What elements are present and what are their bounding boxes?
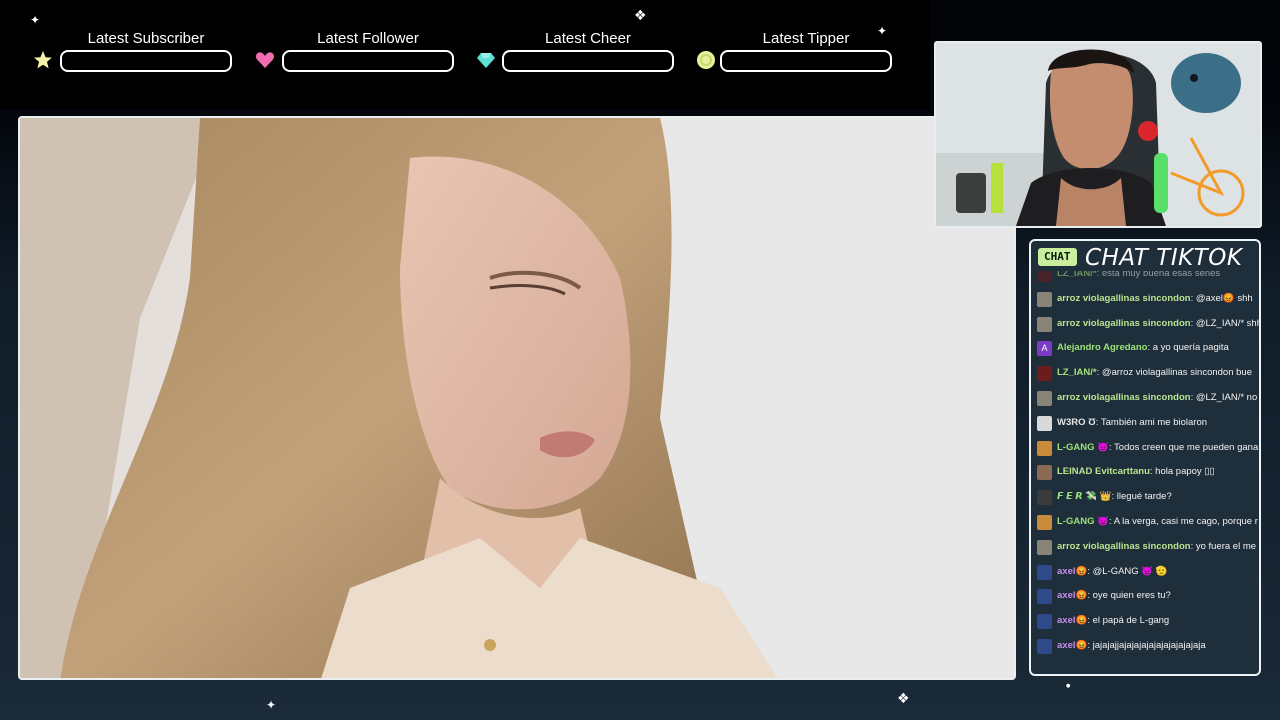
chat-username[interactable]: 𝙁 𝙀 𝙍 💸 👑 xyxy=(1057,491,1112,502)
webcam-image xyxy=(936,43,1260,226)
chat-message: LZ_IAN/*: esta muy buena esas series xyxy=(1035,271,1259,283)
latest-follower-label: Latest Follower xyxy=(317,30,419,47)
chat-text: : También ami me biolaron xyxy=(1095,416,1208,428)
chat-message-list[interactable]: LZ_IAN/*: esta muy buena esas series arro… xyxy=(1031,271,1261,671)
chat-text: : jajajajjajajajajajajajajajajaja xyxy=(1087,640,1206,651)
chat-text: : yo fuera el me l xyxy=(1190,540,1261,552)
chat-text: : a yo quería pagita xyxy=(1147,342,1229,354)
latest-cheer-box xyxy=(502,50,674,72)
webcam-feed xyxy=(934,41,1262,228)
chat-message: axel😡: jajajajjajajajajajajajajajajaja xyxy=(1035,637,1259,655)
chat-username[interactable]: axel😡 xyxy=(1057,566,1087,577)
chat-message: L-GANG 😈: Todos creen que me pueden gana xyxy=(1035,439,1259,457)
chat-text: : @arroz violagallinas sincondon bue xyxy=(1096,367,1252,379)
user-avatar xyxy=(1037,366,1052,382)
user-avatar xyxy=(1037,465,1052,481)
chat-text: : oye quien eres tu? xyxy=(1087,590,1171,602)
chat-text: : esta muy buena esas series xyxy=(1096,271,1221,279)
chat-text: : @L-GANG 😈 🫡 xyxy=(1087,565,1168,577)
stream-overlay: Latest Subscriber Latest Follower Latest… xyxy=(0,0,1280,720)
chat-text: : @LZ_IAN/* shh xyxy=(1190,317,1261,329)
main-video xyxy=(18,116,1016,680)
chat-message: A Alejandro Agredano: a yo quería pagita xyxy=(1035,339,1259,357)
chat-username[interactable]: axel😡 xyxy=(1057,640,1087,651)
user-avatar xyxy=(1037,515,1052,530)
chat-message: LEINAD Evitcarttanu: hola papoy ▯▯ xyxy=(1035,463,1259,481)
chat-message: LZ_IAN/*: @arroz violagallinas sincondon… xyxy=(1035,364,1259,382)
chat-username[interactable]: LZ_IAN/* xyxy=(1057,367,1097,378)
latest-tipper-label: Latest Tipper xyxy=(762,30,850,47)
chat-message: 𝙁 𝙀 𝙍 💸 👑: llegué tarde? xyxy=(1035,488,1259,506)
chat-text: : llegué tarde? xyxy=(1111,491,1172,503)
sparkle-icon: ✦ xyxy=(30,13,41,27)
user-avatar xyxy=(1037,291,1052,307)
sparkle-icon: ❖ xyxy=(634,8,647,24)
chat-badge: CHAT xyxy=(1038,248,1077,266)
chat-message: arroz violagallinas sincondon: @LZ_IAN/*… xyxy=(1035,389,1261,407)
sparkle-icon: ✦ xyxy=(877,24,888,38)
user-avatar xyxy=(1037,614,1052,630)
chat-panel: CHAT CHAT TIKTOK LZ_IAN/*: esta muy buen… xyxy=(1029,239,1261,676)
user-avatar xyxy=(1037,564,1052,580)
user-avatar xyxy=(1037,589,1052,605)
chat-message: axel😡: @L-GANG 😈 🫡 xyxy=(1035,563,1259,581)
chat-username[interactable]: arroz violagallinas sincondon xyxy=(1057,392,1191,403)
chat-username[interactable]: Alejandro Agredano xyxy=(1057,342,1147,353)
chat-message: W3RO Ʊ: También ami me biolaron xyxy=(1035,414,1259,432)
heart-icon xyxy=(255,52,275,68)
star-icon xyxy=(34,51,52,69)
chat-message: arroz violagallinas sincondon: @axel😡 sh… xyxy=(1035,290,1259,308)
chat-text: : A la verga, casi me cago, porque r xyxy=(1108,516,1258,527)
chat-username[interactable]: arroz violagallinas sincondon xyxy=(1057,293,1191,304)
latest-tipper-box xyxy=(720,50,892,72)
gem-icon xyxy=(477,53,495,68)
user-avatar xyxy=(1037,391,1052,406)
latest-subscriber-label: Latest Subscriber xyxy=(87,30,205,47)
chat-username[interactable]: axel😡 xyxy=(1057,590,1087,601)
chat-username[interactable]: LEINAD Evitcarttanu xyxy=(1057,466,1150,477)
chat-title: CHAT TIKTOK xyxy=(1085,245,1243,271)
user-avatar xyxy=(1037,271,1052,282)
chat-username[interactable]: arroz violagallinas sincondon xyxy=(1057,318,1191,329)
user-avatar xyxy=(1037,539,1052,555)
latest-subscriber-box xyxy=(60,50,232,72)
chat-username[interactable]: L-GANG 😈 xyxy=(1057,516,1109,527)
chat-message: axel😡: oye quien eres tu? xyxy=(1035,587,1259,605)
video-frame-image xyxy=(20,118,1014,678)
user-avatar xyxy=(1037,440,1052,456)
chat-text: : hola papoy ▯▯ xyxy=(1149,466,1215,478)
chat-text: : Todos creen que me pueden gana xyxy=(1108,441,1259,453)
chat-text: : @axel😡 shh xyxy=(1190,292,1253,304)
chat-username[interactable]: W3RO Ʊ xyxy=(1057,417,1096,428)
sparkle-icon: ● xyxy=(1066,683,1071,689)
user-avatar: A xyxy=(1037,341,1052,357)
latest-cheer-label: Latest Cheer xyxy=(545,30,631,47)
chat-text: : @LZ_IAN/* no p xyxy=(1190,392,1261,403)
chat-username[interactable]: LZ_IAN/* xyxy=(1057,271,1097,279)
chat-username[interactable]: arroz violagallinas sincondon xyxy=(1057,541,1191,552)
chat-text: : el papá de L-gang xyxy=(1087,615,1170,627)
chat-username[interactable]: axel😡 xyxy=(1057,615,1087,626)
chat-message: axel😡: el papá de L-gang xyxy=(1035,612,1259,630)
sparkle-icon: ❖ xyxy=(897,691,910,707)
user-avatar xyxy=(1037,639,1052,654)
sparkle-icon: ✦ xyxy=(266,698,277,712)
latest-follower-box xyxy=(282,50,454,72)
user-avatar xyxy=(1037,316,1052,332)
user-avatar xyxy=(1037,490,1052,506)
chat-username[interactable]: L-GANG 😈 xyxy=(1057,442,1109,453)
chat-message: arroz violagallinas sincondon: @LZ_IAN/*… xyxy=(1035,315,1261,333)
chat-message: arroz violagallinas sincondon: yo fuera … xyxy=(1035,538,1261,556)
coin-icon xyxy=(697,51,715,69)
user-avatar xyxy=(1037,415,1052,431)
chat-message: L-GANG 😈: A la verga, casi me cago, porq… xyxy=(1035,513,1259,531)
